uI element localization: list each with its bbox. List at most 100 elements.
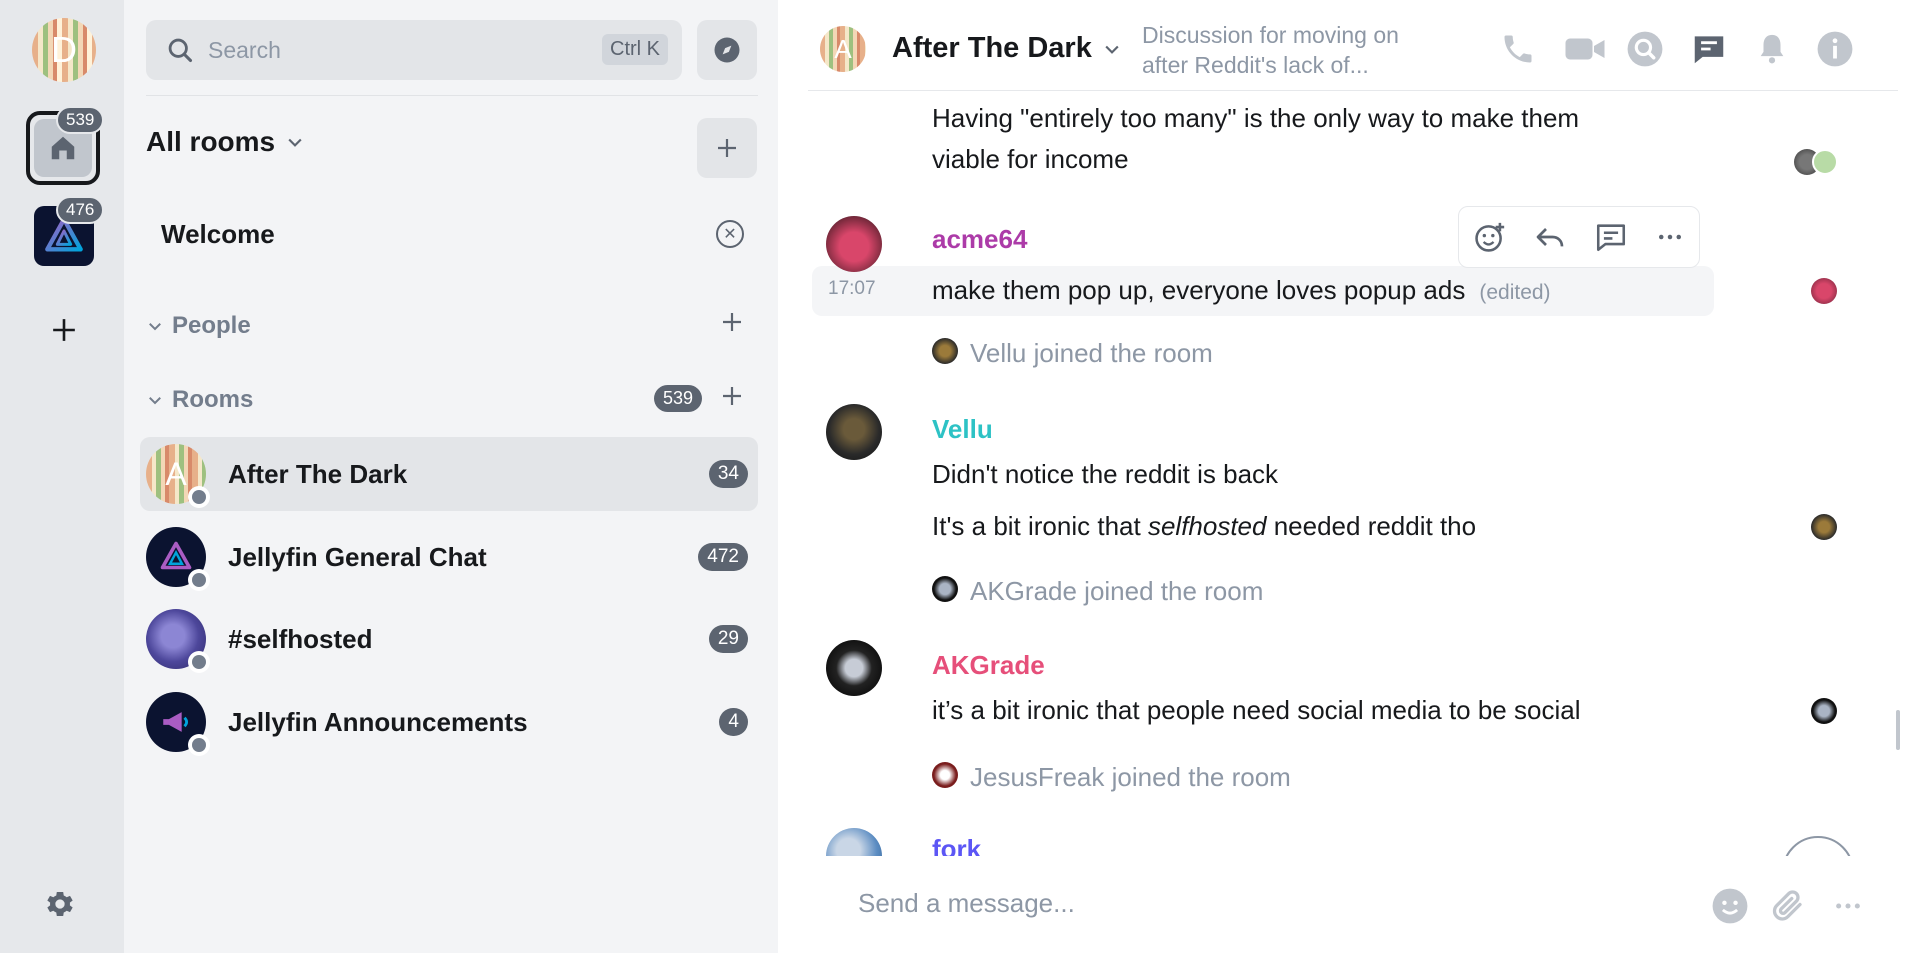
- create-space-button[interactable]: [44, 310, 84, 350]
- public-room-icon: [188, 486, 210, 508]
- video-call-button[interactable]: [1560, 29, 1610, 69]
- home-unread-badge: 539: [56, 106, 105, 134]
- threads-icon: [1694, 36, 1724, 64]
- room-item-jellyfin-general-chat[interactable]: Jellyfin General Chat 472: [140, 520, 758, 594]
- attachment-button[interactable]: [1768, 886, 1808, 926]
- event-avatar[interactable]: [932, 338, 958, 364]
- explore-rooms-button[interactable]: [697, 20, 757, 80]
- sender-name[interactable]: fork: [932, 834, 981, 856]
- message-composer: Send a message...: [778, 856, 1907, 953]
- message-input[interactable]: Send a message...: [858, 888, 1075, 919]
- plus-icon: [718, 139, 736, 157]
- unread-count-badge: 4: [719, 708, 748, 736]
- close-icon[interactable]: ✕: [716, 220, 744, 248]
- message-body: It's a bit ironic that selfhosted needed…: [932, 506, 1476, 547]
- sender-name[interactable]: acme64: [932, 224, 1027, 255]
- jellyfin-unread-badge: 476: [56, 196, 105, 224]
- reply-in-thread-icon[interactable]: [1594, 220, 1628, 254]
- video-camera-icon: [1565, 38, 1605, 60]
- membership-event: AKGrade joined the room: [970, 576, 1264, 606]
- room-view: A After The Dark Discussion for moving o…: [778, 0, 1907, 953]
- add-room-button[interactable]: [697, 118, 757, 178]
- voice-call-button[interactable]: [1498, 29, 1538, 69]
- message-action-bar: [1458, 206, 1700, 268]
- chevron-down-icon: [1105, 45, 1119, 54]
- more-options-icon: [1836, 903, 1860, 909]
- plus-icon: [723, 313, 741, 331]
- room-avatar: [146, 527, 210, 591]
- welcome-item[interactable]: Welcome: [161, 219, 275, 250]
- read-receipt-avatar[interactable]: [1811, 278, 1837, 304]
- message-text: make them pop up, everyone loves popup a…: [932, 275, 1466, 305]
- space-bar: D 539 476: [0, 0, 124, 953]
- room-name: #selfhosted: [228, 623, 373, 654]
- gear-icon: [47, 892, 73, 916]
- room-header-avatar[interactable]: A: [820, 26, 866, 72]
- unread-count-badge: 34: [708, 460, 748, 488]
- user-avatar[interactable]: D: [32, 18, 96, 82]
- event-avatar[interactable]: [932, 576, 958, 602]
- room-info-button[interactable]: [1815, 29, 1855, 69]
- notifications-button[interactable]: [1752, 29, 1792, 69]
- divider: [146, 95, 758, 96]
- timeline-scrollbar[interactable]: [1896, 710, 1900, 750]
- room-item-jellyfin-announcements[interactable]: Jellyfin Announcements 4: [140, 685, 758, 759]
- sender-name[interactable]: AKGrade: [932, 650, 1045, 681]
- unread-count-badge: 472: [698, 543, 748, 571]
- room-name: After The Dark: [228, 458, 408, 489]
- phone-icon: [1504, 35, 1532, 63]
- room-header-avatar-letter: A: [834, 33, 852, 64]
- message-body: it’s a bit ironic that people need socia…: [932, 695, 1581, 725]
- room-topic[interactable]: Discussion for moving on after Reddit's …: [1142, 20, 1442, 80]
- megaphone-icon: [163, 712, 189, 732]
- divider: [808, 90, 1898, 91]
- emoji-button[interactable]: [1710, 886, 1750, 926]
- room-item-after-the-dark[interactable]: A After The Dark 34: [140, 437, 758, 511]
- sender-name[interactable]: Vellu: [932, 414, 993, 445]
- read-receipt-avatar[interactable]: [1811, 514, 1837, 540]
- quick-settings-button[interactable]: [44, 888, 76, 920]
- reply-icon[interactable]: [1534, 221, 1566, 253]
- message-body: viable for income: [932, 144, 1129, 174]
- avatar[interactable]: [826, 216, 882, 272]
- event-avatar[interactable]: [932, 762, 958, 788]
- unread-count-badge: 29: [708, 625, 748, 653]
- message-body: Didn't notice the reddit is back: [932, 459, 1279, 489]
- message-body: Having "entirely too many" is the only w…: [932, 103, 1580, 133]
- room-avatar-letter: A: [165, 455, 187, 492]
- people-section-header[interactable]: People: [146, 312, 251, 340]
- room-avatar: A: [146, 444, 210, 508]
- avatar[interactable]: [826, 828, 882, 856]
- rooms-section-header[interactable]: Rooms: [146, 386, 253, 414]
- room-avatar: [146, 692, 210, 756]
- room-item-selfhosted[interactable]: #selfhosted 29: [140, 602, 758, 676]
- react-icon[interactable]: [1473, 220, 1507, 254]
- chevron-down-icon: [149, 397, 161, 405]
- more-composer-options-button[interactable]: [1828, 886, 1868, 926]
- add-person-button[interactable]: [720, 308, 744, 342]
- jump-to-bottom-button[interactable]: [1782, 836, 1854, 856]
- compass-icon: [714, 37, 740, 63]
- more-options-icon[interactable]: [1655, 222, 1685, 252]
- info-icon: [1817, 31, 1853, 67]
- add-room-section-button[interactable]: [720, 382, 744, 416]
- threads-button[interactable]: [1689, 29, 1729, 69]
- avatar[interactable]: [826, 640, 882, 696]
- message-timestamp[interactable]: 17:07: [828, 278, 876, 300]
- room-header-name[interactable]: After The Dark: [892, 32, 1122, 65]
- room-name: Jellyfin Announcements: [228, 706, 528, 737]
- search-input[interactable]: Search Ctrl K: [146, 20, 682, 80]
- message-timeline[interactable]: Having "entirely too many" is the only w…: [778, 96, 1907, 856]
- edited-marker[interactable]: (edited): [1479, 281, 1550, 304]
- avatar[interactable]: [826, 404, 882, 460]
- rooms-count-badge: 539: [654, 385, 703, 412]
- paperclip-icon: [1772, 890, 1802, 921]
- room-search-button[interactable]: [1625, 29, 1665, 69]
- room-list-filter-dropdown[interactable]: All rooms: [146, 126, 305, 158]
- people-section-label: People: [172, 312, 251, 339]
- read-receipt-avatar[interactable]: [1811, 698, 1837, 724]
- read-receipt-avatar[interactable]: [1812, 149, 1838, 175]
- message-text: needed reddit tho: [1266, 511, 1477, 541]
- search-icon: [168, 38, 193, 63]
- search-placeholder: Search: [208, 36, 281, 63]
